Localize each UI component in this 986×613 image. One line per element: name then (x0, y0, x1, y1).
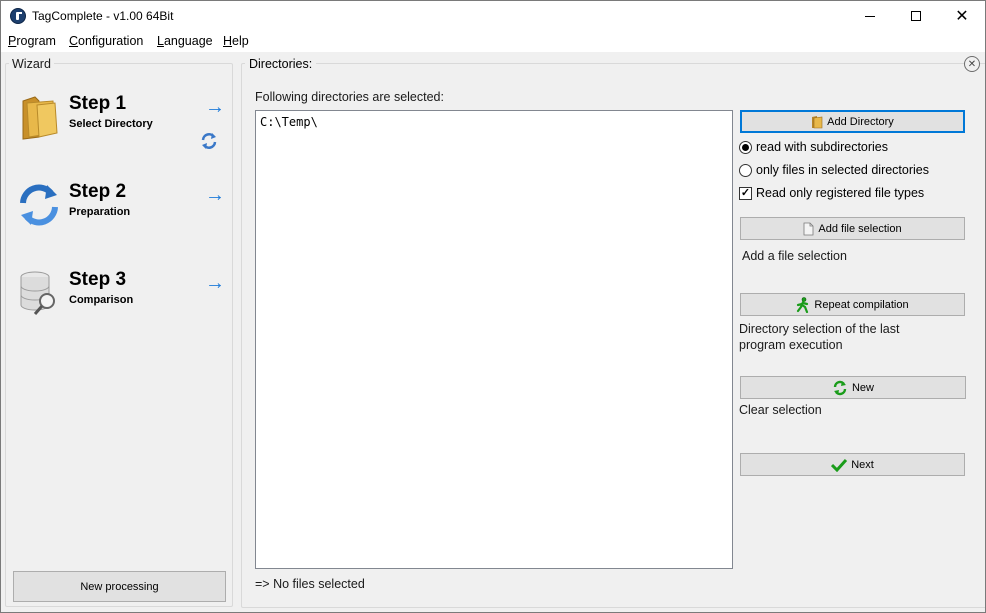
step-1-title: Step 1 (69, 93, 127, 114)
panel-close-button[interactable]: ✕ (964, 56, 980, 72)
checkbox-checked-icon: ✓ (739, 186, 752, 200)
step-1-subtitle: Select Directory (69, 118, 153, 130)
radio-selected-icon (739, 140, 752, 154)
wizard-step-3[interactable]: Step 3 Comparison → (17, 269, 227, 329)
new-description: Clear selection (739, 403, 822, 417)
registered-file-types-checkbox[interactable]: ✓ Read only registered file types (739, 186, 924, 200)
list-item[interactable]: C:\Temp\ (260, 115, 318, 129)
arrow-right-icon[interactable]: → (205, 97, 225, 117)
add-file-selection-button[interactable]: Add file selection (740, 217, 965, 240)
add-directory-button[interactable]: Add Directory (740, 110, 965, 133)
radio-unselected-icon (739, 163, 752, 177)
refresh-icon (833, 380, 847, 395)
step-2-title: Step 2 (69, 181, 127, 202)
menu-bar: Program Configuration Language Help (1, 31, 985, 52)
minimize-icon (865, 15, 875, 17)
directory-list[interactable]: C:\Temp\ (255, 110, 733, 569)
checkmark-icon (831, 458, 848, 472)
wizard-title: Wizard (9, 57, 54, 71)
wizard-step-2[interactable]: Step 2 Preparation → (17, 181, 227, 241)
arrow-right-icon[interactable]: → (205, 185, 225, 205)
status-text: => No files selected (255, 577, 365, 591)
directories-title: Directories: (245, 57, 317, 71)
menu-help[interactable]: Help (223, 34, 249, 48)
new-processing-button[interactable]: New processing (13, 571, 226, 602)
app-window: TagComplete - v1.00 64Bit ✕ Program Conf… (0, 0, 986, 613)
folder-icon (22, 96, 58, 140)
maximize-button[interactable] (893, 1, 939, 31)
arrow-right-icon[interactable]: → (205, 273, 225, 293)
new-button[interactable]: New (740, 376, 966, 399)
app-logo-icon (10, 8, 26, 24)
window-title: TagComplete - v1.00 64Bit (32, 9, 174, 23)
minimize-button[interactable] (847, 1, 893, 31)
title-bar: TagComplete - v1.00 64Bit ✕ (1, 1, 985, 31)
step-3-title: Step 3 (69, 269, 127, 290)
close-icon: ✕ (967, 58, 977, 70)
refresh-icon (20, 184, 58, 226)
folder-icon (812, 115, 823, 128)
maximize-icon (911, 11, 921, 21)
repeat-compilation-description: Directory selection of the last program … (739, 322, 900, 352)
refresh-icon[interactable] (199, 131, 219, 151)
only-selected-directories-radio[interactable]: only files in selected directories (739, 163, 929, 177)
wizard-step-1[interactable]: Step 1 Select Directory → (17, 93, 227, 153)
repeat-compilation-button[interactable]: Repeat compilation (740, 293, 965, 316)
database-search-icon (20, 271, 55, 315)
menu-program[interactable]: Program (8, 34, 56, 48)
close-button[interactable]: ✕ (939, 1, 985, 31)
step-3-subtitle: Comparison (69, 294, 134, 306)
step-2-subtitle: Preparation (69, 206, 131, 218)
add-file-selection-description: Add a file selection (742, 249, 847, 263)
next-button[interactable]: Next (740, 453, 965, 476)
directories-list-label: Following directories are selected: (255, 90, 444, 104)
read-subdirectories-radio[interactable]: read with subdirectories (739, 140, 888, 154)
menu-language[interactable]: Language (157, 34, 213, 48)
file-icon (804, 222, 814, 235)
menu-configuration[interactable]: Configuration (69, 34, 143, 48)
close-icon: ✕ (955, 8, 969, 25)
running-man-icon (797, 296, 809, 313)
